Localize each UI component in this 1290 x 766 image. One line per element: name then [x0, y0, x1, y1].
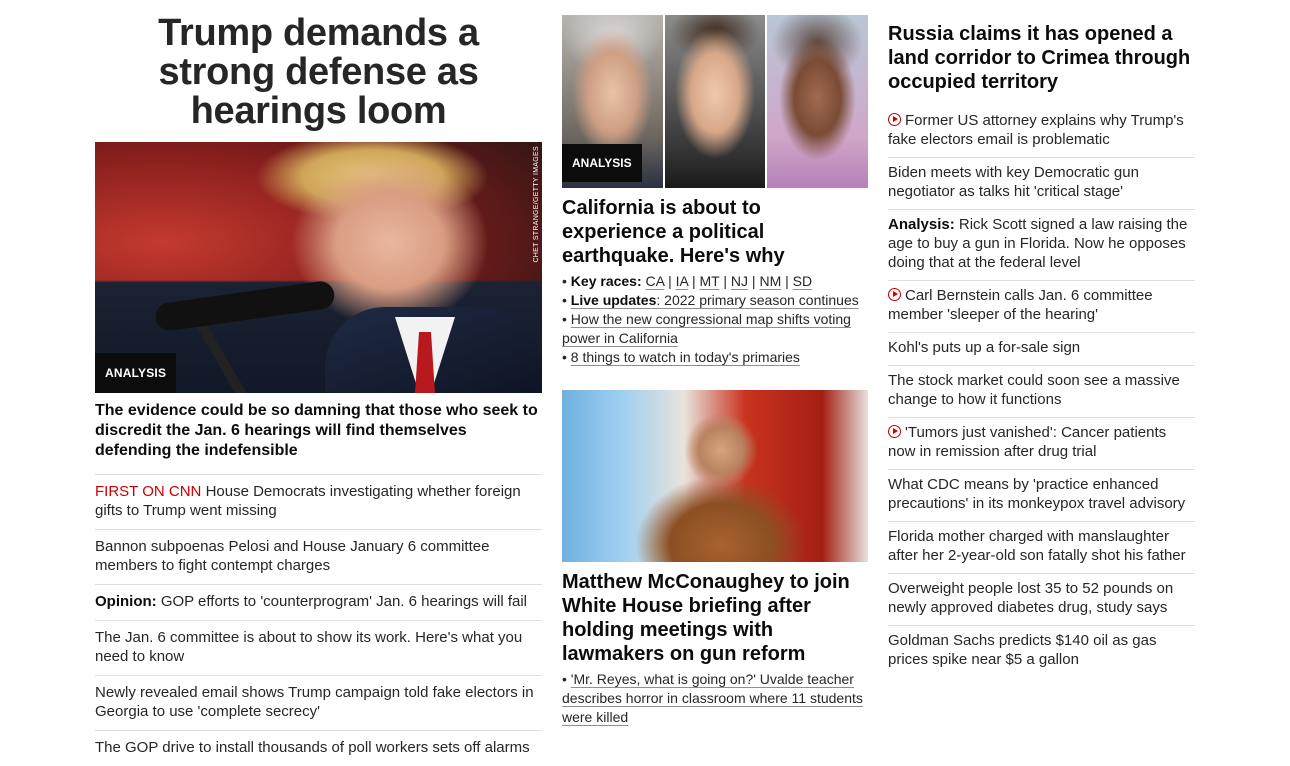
latest-stories-list: Former US attorney explains why Trump's …: [888, 106, 1195, 677]
race-link-nm[interactable]: NM: [759, 273, 781, 289]
portrait: [664, 15, 766, 188]
microphone: [153, 279, 337, 333]
story-link[interactable]: 8 things to watch in today's primaries: [571, 349, 800, 365]
list-item[interactable]: The GOP drive to install thousands of po…: [95, 730, 542, 766]
story-link[interactable]: Biden meets with key Democratic gun nego…: [888, 164, 1139, 200]
microphone-stand: [193, 315, 247, 393]
race-link-mt[interactable]: MT: [700, 273, 720, 289]
story-link[interactable]: GOP efforts to 'counterprogram' Jan. 6 h…: [157, 593, 527, 610]
story-link[interactable]: Overweight people lost 35 to 52 pounds o…: [888, 580, 1173, 616]
list-item[interactable]: The stock market could soon see a massiv…: [888, 366, 1195, 418]
list-item: Key races: CA | IA | MT | NJ | NM | SD: [562, 272, 868, 291]
lead-story-image[interactable]: CHET STRANGE/GETTY IMAGES ANALYSIS: [95, 142, 542, 393]
lead-headline[interactable]: Trump demands a strong defense as hearin…: [95, 14, 542, 131]
story-link[interactable]: What CDC means by 'practice enhanced pre…: [888, 476, 1185, 512]
list-item[interactable]: Newly revealed email shows Trump campaig…: [95, 675, 542, 730]
story-link[interactable]: Goldman Sachs predicts $140 oil as gas p…: [888, 632, 1156, 668]
play-icon: [888, 288, 901, 301]
list-item[interactable]: Live updates: 2022 primary season contin…: [562, 291, 868, 310]
list-item[interactable]: Carl Bernstein calls Jan. 6 committee me…: [888, 281, 1195, 333]
story-link[interactable]: The Jan. 6 committee is about to show it…: [95, 629, 522, 665]
image-credit: CHET STRANGE/GETTY IMAGES: [533, 146, 540, 263]
list-item[interactable]: 8 things to watch in today's primaries: [562, 348, 868, 367]
list-item[interactable]: Analysis: Rick Scott signed a law raisin…: [888, 210, 1195, 281]
analysis-badge: ANALYSIS: [95, 353, 177, 393]
list-item[interactable]: The Jan. 6 committee is about to show it…: [95, 620, 542, 675]
race-link-nj[interactable]: NJ: [731, 273, 748, 289]
story-link[interactable]: The stock market could soon see a massiv…: [888, 372, 1180, 408]
list-item[interactable]: FIRST ON CNN House Democrats investigati…: [95, 474, 542, 529]
race-link-ca[interactable]: CA: [646, 273, 665, 289]
story-link[interactable]: 'Mr. Reyes, what is going on?' Uvalde te…: [562, 671, 863, 725]
story-link[interactable]: 'Tumors just vanished': Cancer patients …: [888, 424, 1166, 460]
story-link[interactable]: Kohl's puts up a for-sale sign: [888, 339, 1080, 356]
list-item[interactable]: 'Mr. Reyes, what is going on?' Uvalde te…: [562, 670, 868, 727]
lead-story-column: Trump demands a strong defense as hearin…: [95, 0, 542, 766]
story-kicker: Analysis:: [888, 216, 955, 233]
list-item[interactable]: Goldman Sachs predicts $140 oil as gas p…: [888, 626, 1195, 677]
list-item[interactable]: 'Tumors just vanished': Cancer patients …: [888, 418, 1195, 470]
story-kicker: Opinion:: [95, 593, 157, 610]
mcconaughey-headline[interactable]: Matthew McConaughey to join White House …: [562, 570, 868, 666]
story-link[interactable]: How the new congressional map shifts vot…: [562, 311, 851, 346]
mcconaughey-bullets: 'Mr. Reyes, what is going on?' Uvalde te…: [562, 670, 868, 727]
list-item[interactable]: What CDC means by 'practice enhanced pre…: [888, 470, 1195, 522]
mcconaughey-image[interactable]: [562, 390, 868, 562]
story-link[interactable]: Newly revealed email shows Trump campaig…: [95, 684, 534, 720]
list-item[interactable]: Florida mother charged with manslaughter…: [888, 522, 1195, 574]
live-updates-label[interactable]: Live updates: [571, 292, 657, 308]
portrait: [767, 15, 868, 188]
california-headline[interactable]: California is about to experience a poli…: [562, 196, 868, 268]
list-item[interactable]: Overweight people lost 35 to 52 pounds o…: [888, 574, 1195, 626]
list-item[interactable]: Biden meets with key Democratic gun nego…: [888, 158, 1195, 210]
play-icon: [888, 113, 901, 126]
list-item[interactable]: Bannon subpoenas Pelosi and House Januar…: [95, 529, 542, 584]
key-races-label: Key races:: [570, 273, 642, 289]
story-link[interactable]: Bannon subpoenas Pelosi and House Januar…: [95, 538, 489, 574]
middle-story-column: ANALYSIS California is about to experien…: [562, 0, 868, 727]
russia-headline[interactable]: Russia claims it has opened a land corri…: [888, 22, 1195, 94]
live-updates-link[interactable]: : 2022 primary season continues: [656, 292, 858, 308]
play-icon: [888, 425, 901, 438]
list-item[interactable]: Former US attorney explains why Trump's …: [888, 106, 1195, 158]
analysis-badge: ANALYSIS: [562, 144, 642, 182]
story-link[interactable]: The GOP drive to install thousands of po…: [95, 739, 530, 756]
story-kicker: FIRST ON CNN: [95, 483, 202, 500]
story-link[interactable]: Florida mother charged with manslaughter…: [888, 528, 1186, 564]
lead-subheadline[interactable]: The evidence could be so damning that th…: [95, 401, 542, 461]
list-item[interactable]: How the new congressional map shifts vot…: [562, 310, 868, 348]
right-story-column: Russia claims it has opened a land corri…: [888, 0, 1195, 677]
race-link-ia[interactable]: IA: [676, 273, 688, 289]
list-item[interactable]: Opinion: GOP efforts to 'counterprogram'…: [95, 584, 542, 620]
california-bullets: Key races: CA | IA | MT | NJ | NM | SD L…: [562, 272, 868, 367]
story-link[interactable]: Former US attorney explains why Trump's …: [888, 112, 1184, 148]
race-link-sd[interactable]: SD: [793, 273, 812, 289]
list-item[interactable]: Kohl's puts up a for-sale sign: [888, 333, 1195, 366]
candidates-image[interactable]: ANALYSIS: [562, 15, 868, 188]
story-link[interactable]: Carl Bernstein calls Jan. 6 committee me…: [888, 287, 1153, 323]
related-stories-list: FIRST ON CNN House Democrats investigati…: [95, 474, 542, 766]
